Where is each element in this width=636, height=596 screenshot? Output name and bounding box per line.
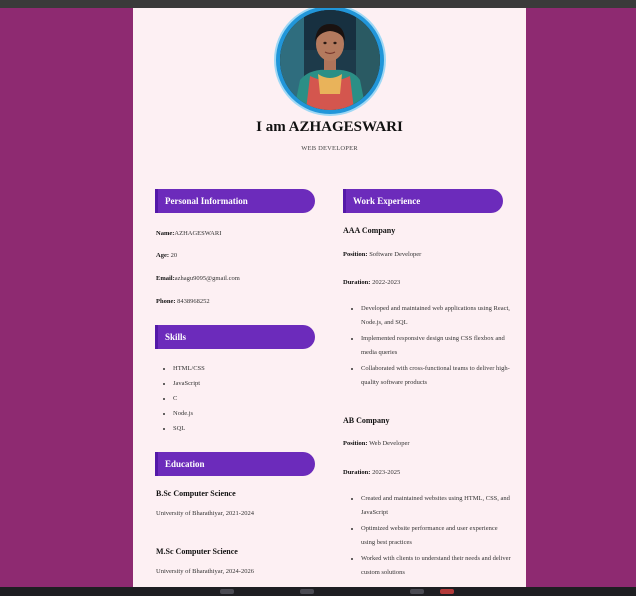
section-heading-skills: Skills [155,325,315,349]
phone-label: Phone: [156,298,176,305]
personal-email: Email:azhagu9095@gmail.com [156,275,240,282]
age-value: 20 [169,252,178,259]
position-value: Software Developer [367,251,422,258]
personal-age: Age: 20 [156,252,177,259]
email-value: azhagu9095@gmail.com [174,275,240,282]
company-name: AAA Company [343,226,396,235]
skill-item: C [173,395,205,410]
duration-label: Duration: [343,279,371,286]
education-degree: B.Sc Computer Science [156,489,236,498]
browser-top-bar [0,0,636,8]
position-label: Position: [343,251,368,258]
section-heading-work: Work Experience [343,189,503,213]
skill-item: HTML/CSS [173,365,205,380]
job-position: Position: Web Developer [343,440,410,447]
job-bullet: Developed and maintained web application… [361,302,511,330]
job-bullets: Developed and maintained web application… [347,302,511,392]
position-value: Web Developer [367,440,410,447]
skill-item: Node.js [173,410,205,425]
skill-item: SQL [173,425,205,440]
duration-value: 2022-2023 [370,279,401,286]
duration-label: Duration: [343,469,371,476]
job-duration: Duration: 2023-2025 [343,469,400,476]
name-value: AZHAGESWARI [174,230,222,237]
job-bullet: Optimized website performance and user e… [361,522,511,550]
profile-photo-image [280,10,380,110]
skills-list: HTML/CSS JavaScript C Node.js SQL [159,365,205,440]
page-title: I am AZHAGESWARI [256,119,403,135]
job-bullet: Worked with clients to understand their … [361,552,511,580]
skill-item: JavaScript [173,380,205,395]
email-label: Email: [156,275,175,282]
education-degree: M.Sc Computer Science [156,547,238,556]
education-school: University of Bharathiyar, 2021-2024 [156,510,254,517]
job-bullet: Implemented responsive design using CSS … [361,332,511,360]
section-heading-personal: Personal Information [155,189,315,213]
personal-name: Name:AZHAGESWARI [156,230,221,237]
duration-value: 2023-2025 [370,469,401,476]
taskbar [0,587,636,596]
resume-page: I am AZHAGESWARI WEB DEVELOPER Personal … [133,8,526,587]
taskbar-app-icon[interactable] [410,589,424,594]
job-duration: Duration: 2022-2023 [343,279,400,286]
phone-value: 8438968252 [175,298,210,305]
taskbar-app-icon[interactable] [220,589,234,594]
taskbar-app-icon[interactable] [440,589,454,594]
education-school: University of Bharathiyar, 2024-2026 [156,568,254,575]
company-name: AB Company [343,416,390,425]
job-bullets: Created and maintained websites using HT… [347,492,511,582]
job-bullet: Created and maintained websites using HT… [361,492,511,520]
personal-phone: Phone: 8438968252 [156,298,210,305]
job-bullet: Collaborated with cross-functional teams… [361,362,511,390]
profile-photo [276,8,384,114]
name-label: Name: [156,230,175,237]
subtitle-role: WEB DEVELOPER [301,145,358,152]
position-label: Position: [343,440,368,447]
age-label: Age: [156,252,169,259]
taskbar-app-icon[interactable] [300,589,314,594]
job-position: Position: Software Developer [343,251,421,258]
section-heading-education: Education [155,452,315,476]
